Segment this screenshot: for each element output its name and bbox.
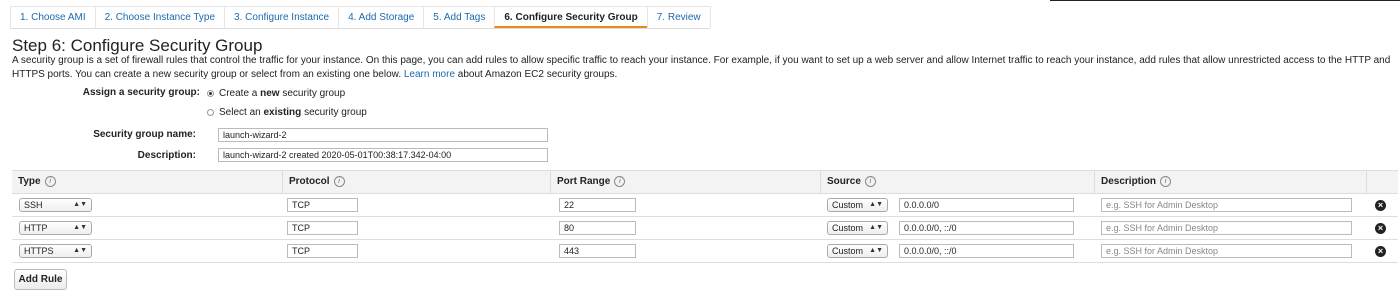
page-title: Step 6: Configure Security Group	[12, 36, 263, 55]
radio-create-new[interactable]: Create a new security group	[207, 88, 345, 99]
rule-description-input[interactable]	[1101, 198, 1352, 212]
tab-review[interactable]: 7. Review	[646, 6, 711, 28]
chevron-updown-icon: ▲▼	[73, 201, 87, 208]
table-row: HTTP▲▼ Custom▲▼ ×	[12, 217, 1398, 240]
rule-description-input[interactable]	[1101, 221, 1352, 235]
source-cidr-input[interactable]	[899, 198, 1074, 212]
security-group-description-input[interactable]	[218, 148, 548, 162]
group-name-label: Security group name:	[93, 129, 196, 140]
intro-tail: about Amazon EC2 security groups.	[457, 69, 618, 80]
tab-choose-ami[interactable]: 1. Choose AMI	[10, 6, 96, 28]
wizard-tabs: 1. Choose AMI 2. Choose Instance Type 3.…	[10, 6, 711, 29]
info-icon[interactable]: i	[333, 175, 345, 187]
tab-configure-instance[interactable]: 3. Configure Instance	[224, 6, 340, 28]
type-select[interactable]: HTTP ▲▼	[19, 221, 92, 235]
info-icon[interactable]: i	[614, 175, 626, 187]
info-icon[interactable]: i	[864, 175, 876, 187]
close-circle-icon[interactable]: ×	[1375, 246, 1386, 257]
tab-choose-instance-type[interactable]: 2. Choose Instance Type	[94, 6, 226, 28]
port-range-input[interactable]	[559, 244, 636, 258]
security-group-name-input[interactable]	[218, 128, 548, 142]
chevron-updown-icon: ▲▼	[73, 224, 87, 231]
top-border	[1050, 0, 1400, 1]
col-source: Source i	[820, 171, 876, 193]
table-row: SSH▲▼ Custom▲▼ ×	[12, 194, 1398, 217]
source-cidr-input[interactable]	[899, 244, 1074, 258]
port-range-input[interactable]	[559, 221, 636, 235]
col-type: Type i	[12, 171, 56, 193]
chevron-updown-icon: ▲▼	[73, 247, 87, 254]
protocol-input[interactable]	[287, 221, 358, 235]
close-circle-icon[interactable]: ×	[1375, 223, 1386, 234]
source-mode-select[interactable]: Custom ▲▼	[827, 198, 888, 212]
description-label: Description:	[137, 150, 196, 161]
protocol-input[interactable]	[287, 244, 358, 258]
col-port-range: Port Range i	[550, 171, 626, 193]
radio-select-existing[interactable]: Select an existing security group	[207, 107, 367, 118]
source-mode-select[interactable]: Custom ▲▼	[827, 221, 888, 235]
chevron-updown-icon: ▲▼	[869, 224, 883, 231]
info-icon[interactable]: i	[44, 175, 56, 187]
type-select[interactable]: HTTPS ▲▼	[19, 244, 92, 258]
source-mode-select[interactable]: Custom ▲▼	[827, 244, 888, 258]
close-circle-icon[interactable]: ×	[1375, 200, 1386, 211]
col-description: Description i	[1094, 171, 1172, 193]
intro-text: A security group is a set of firewall ru…	[12, 54, 1392, 82]
rule-description-input[interactable]	[1101, 244, 1352, 258]
radio-button[interactable]	[207, 90, 214, 97]
rules-table-header: Type i Protocol i Port Range i Source i Desc…	[12, 170, 1398, 194]
assign-group-label: Assign a security group:	[82, 87, 200, 98]
intro-body: A security group is a set of firewall ru…	[12, 55, 1391, 80]
info-icon[interactable]: i	[1160, 175, 1172, 187]
port-range-input[interactable]	[559, 198, 636, 212]
col-protocol: Protocol i	[282, 171, 345, 193]
source-cidr-input[interactable]	[899, 221, 1074, 235]
protocol-input[interactable]	[287, 198, 358, 212]
learn-more-link[interactable]: Learn more	[404, 69, 455, 80]
chevron-updown-icon: ▲▼	[869, 201, 883, 208]
tab-add-storage[interactable]: 4. Add Storage	[338, 6, 425, 28]
table-row: HTTPS▲▼ Custom▲▼ ×	[12, 240, 1398, 263]
add-rule-button[interactable]: Add Rule	[14, 269, 67, 290]
chevron-updown-icon: ▲▼	[869, 247, 883, 254]
type-select[interactable]: SSH ▲▼	[19, 198, 92, 212]
radio-button[interactable]	[207, 109, 214, 116]
col-actions	[1366, 171, 1373, 193]
tab-configure-security-group[interactable]: 6. Configure Security Group	[494, 6, 648, 28]
tab-add-tags[interactable]: 5. Add Tags	[423, 6, 496, 28]
